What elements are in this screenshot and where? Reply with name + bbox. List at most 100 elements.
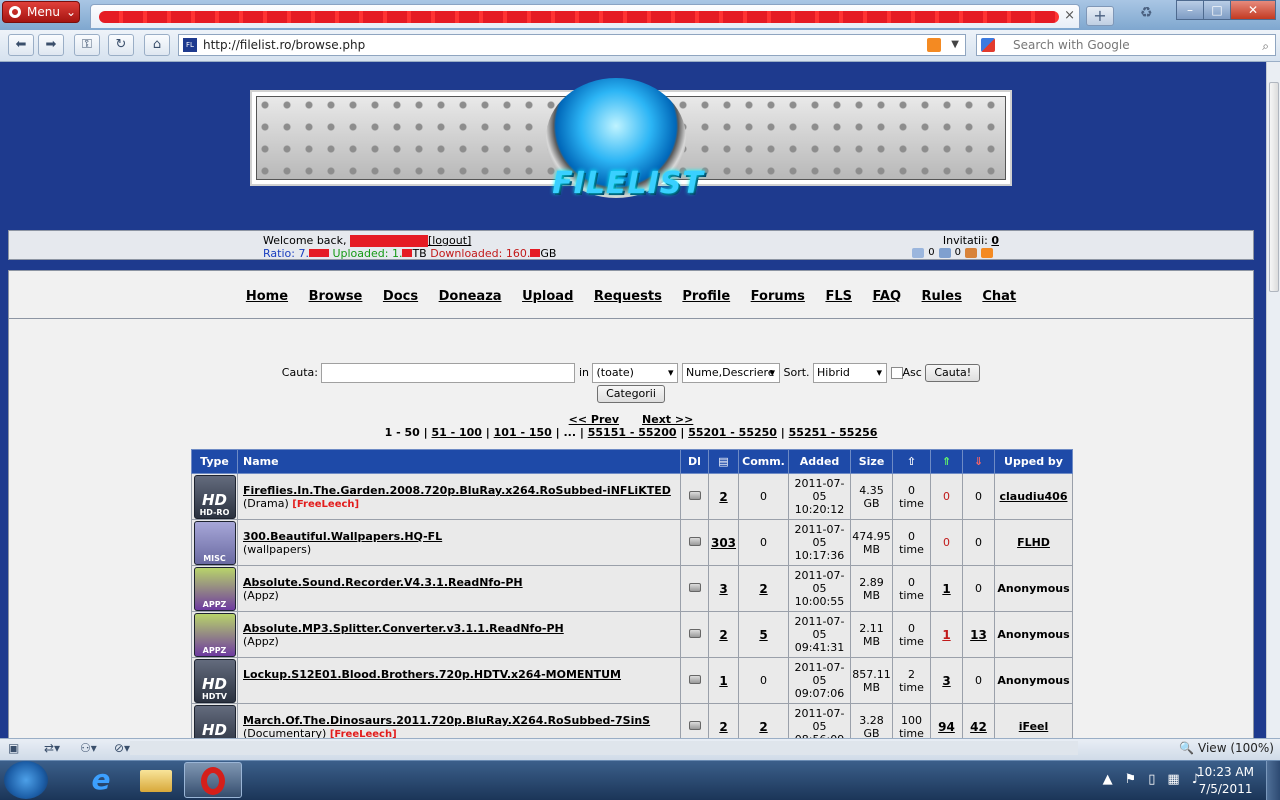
search-submit-button[interactable]: Cauta! [925, 364, 981, 382]
trash-icon[interactable]: ♻ [1140, 5, 1158, 25]
close-tab-icon[interactable]: × [1064, 8, 1075, 23]
nav-docs[interactable]: Docs [383, 289, 418, 304]
next-page-link[interactable]: Next >> [642, 413, 693, 426]
dl-cell[interactable] [680, 657, 709, 704]
google-icon[interactable] [981, 38, 995, 52]
leechers-count[interactable]: 42 [970, 720, 987, 734]
category-icon[interactable]: HDRO [193, 704, 236, 738]
show-desktop-button[interactable] [1266, 761, 1280, 800]
category-icon[interactable]: HD HDTV [193, 658, 236, 703]
col-snatched[interactable]: ⇧ [892, 449, 931, 474]
nav-faq[interactable]: FAQ [873, 289, 902, 304]
friends-icon[interactable] [965, 247, 977, 258]
nav-rules[interactable]: Rules [922, 289, 962, 304]
download-icon[interactable] [688, 491, 701, 500]
clock[interactable]: 10:23 AM 7/5/2011 [1197, 764, 1254, 798]
files-count[interactable]: 303 [711, 536, 736, 550]
tray-up-arrow-icon[interactable]: ▲ [1103, 772, 1113, 787]
col-seeders[interactable]: ⇑ [930, 449, 963, 474]
files-cell[interactable]: 303 [708, 519, 739, 566]
search-text-input[interactable] [321, 363, 576, 383]
type-cell[interactable]: APPZ [191, 611, 238, 658]
new-tab-button[interactable]: + [1086, 6, 1114, 26]
seeders-cell[interactable]: 94 [930, 703, 963, 738]
comments-count[interactable]: 2 [759, 582, 767, 596]
nav-chat[interactable]: Chat [982, 289, 1016, 304]
files-count[interactable]: 2 [719, 628, 727, 642]
seeders-cell[interactable]: 3 [930, 657, 963, 704]
uploader-link[interactable]: FLHD [1017, 536, 1050, 549]
torrent-name-link[interactable]: Absolute.MP3.Splitter.Converter.v3.1.1.R… [243, 622, 564, 635]
category-icon[interactable]: APPZ [193, 612, 236, 657]
sort-select[interactable]: Hibrid [813, 363, 888, 383]
dl-cell[interactable] [680, 565, 709, 612]
download-icon[interactable] [688, 629, 701, 638]
rss-feed-icon[interactable] [981, 247, 993, 258]
files-count[interactable]: 1 [719, 674, 727, 688]
download-icon[interactable] [688, 675, 701, 684]
logout-link[interactable]: [logout] [428, 234, 471, 247]
dl-cell[interactable] [680, 611, 709, 658]
nav-forums[interactable]: Forums [751, 289, 805, 304]
opera-menu-button[interactable]: Menu ⌄ [2, 1, 80, 23]
internet-explorer-icon[interactable]: e [72, 762, 130, 798]
type-cell[interactable]: HD HDTV [191, 657, 238, 704]
network-icon[interactable]: ▦ [1167, 772, 1179, 787]
address-bar[interactable]: FL http://filelist.ro/browse.php ▼ [178, 34, 966, 56]
nav-browse[interactable]: Browse [309, 289, 363, 304]
leechers-cell[interactable]: 42 [962, 703, 995, 738]
col-added[interactable]: Added [788, 449, 851, 474]
site-logo[interactable]: FILELIST [538, 166, 718, 202]
col-upped[interactable]: Upped by [994, 449, 1073, 474]
torrent-name-link[interactable]: Absolute.Sound.Recorder.V4.3.1.ReadNfo-P… [243, 576, 523, 589]
torrent-name-link[interactable]: March.Of.The.Dinosaurs.2011.720p.BluRay.… [243, 714, 650, 727]
seeders-cell[interactable]: 1 [930, 565, 963, 612]
comments-count[interactable]: 2 [759, 720, 767, 734]
category-icon[interactable]: APPZ [193, 566, 236, 611]
flag-icon[interactable]: ⚑ [1125, 772, 1137, 787]
forward-button[interactable]: ➡ [38, 34, 64, 56]
files-cell[interactable]: 1 [708, 657, 739, 704]
files-count[interactable]: 3 [719, 582, 727, 596]
col-size[interactable]: Size [850, 449, 893, 474]
type-cell[interactable]: MISC [191, 519, 238, 566]
torrent-name-link[interactable]: Fireflies.In.The.Garden.2008.720p.BluRay… [243, 484, 671, 497]
page-link[interactable]: 55201 - 55250 [688, 426, 777, 439]
comments-cell[interactable]: 2 [738, 565, 789, 612]
inbox-icon[interactable] [938, 247, 951, 258]
files-cell[interactable]: 2 [708, 473, 739, 520]
files-count[interactable]: 2 [719, 490, 727, 504]
dl-cell[interactable] [680, 519, 709, 566]
page-link[interactable]: 55251 - 55256 [789, 426, 878, 439]
uploader-link[interactable]: iFeel [1019, 720, 1049, 733]
category-select[interactable]: (toate) [592, 363, 679, 383]
type-cell[interactable]: APPZ [191, 565, 238, 612]
browser-tab[interactable]: × [90, 4, 1080, 28]
page-link[interactable]: 101 - 150 [494, 426, 552, 439]
type-cell[interactable]: HD HD-RO [191, 473, 238, 520]
col-leechers[interactable]: ⇓ [962, 449, 995, 474]
download-icon[interactable] [688, 583, 701, 592]
categories-button[interactable]: Categorii [597, 385, 665, 403]
torrent-name-link[interactable]: 300.Beautiful.Wallpapers.HQ-FL [243, 530, 442, 543]
sync-icon[interactable]: ⇄▾ [44, 741, 60, 755]
files-cell[interactable]: 2 [708, 611, 739, 658]
start-button[interactable] [4, 761, 48, 799]
close-window-button[interactable]: ✕ [1230, 0, 1276, 20]
search-icon[interactable]: ⌕ [1262, 36, 1269, 56]
files-cell[interactable]: 2 [708, 703, 739, 738]
nav-fls[interactable]: FLS [825, 289, 852, 304]
horizontal-scrollbar[interactable] [130, 741, 1078, 755]
files-count[interactable]: 2 [719, 720, 727, 734]
rss-icon[interactable] [927, 38, 941, 52]
vertical-scrollbar[interactable] [1266, 62, 1280, 738]
explorer-icon[interactable] [128, 762, 186, 798]
files-cell[interactable]: 3 [708, 565, 739, 612]
scrollbar-thumb[interactable] [1269, 82, 1279, 292]
redacted-username[interactable] [349, 235, 428, 247]
col-name[interactable]: Name [237, 449, 681, 474]
maximize-button[interactable]: □ [1203, 0, 1231, 20]
category-icon[interactable]: HD HD-RO [193, 474, 236, 519]
col-type[interactable]: Type [191, 449, 238, 474]
nav-home[interactable]: Home [246, 289, 288, 304]
